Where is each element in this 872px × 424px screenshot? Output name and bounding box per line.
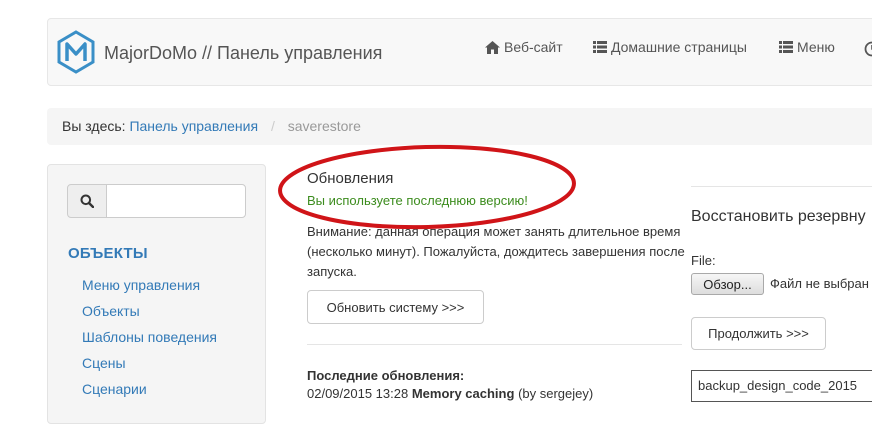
clock-icon[interactable]	[864, 41, 872, 57]
divider	[691, 186, 872, 187]
sidebar-menu: Меню управления Объекты Шаблоны поведени…	[82, 277, 217, 407]
nav-website-label: Веб-сайт	[504, 39, 563, 55]
last-update-datetime: 02/09/2015 13:28	[307, 386, 408, 401]
sidebar-item-behavior-templates[interactable]: Шаблоны поведения	[82, 329, 217, 355]
last-update-author: (by sergejey)	[518, 386, 593, 401]
sidebar-item-scripts[interactable]: Сценарии	[82, 381, 217, 407]
breadcrumb-link-control-panel[interactable]: Панель управления	[129, 118, 258, 134]
breadcrumb-prefix: Вы здесь:	[62, 118, 126, 134]
top-navbar: MajorDoMo // Панель управления Веб-сайт …	[47, 18, 872, 86]
sidebar-item-control-menu[interactable]: Меню управления	[82, 277, 217, 303]
no-file-selected-text: Файл не выбран	[770, 276, 869, 291]
nav-website[interactable]: Веб-сайт	[485, 39, 563, 55]
sidebar-heading-objects[interactable]: ОБЪЕКТЫ	[68, 245, 148, 262]
sidebar-search	[67, 184, 246, 218]
sidebar-item-scenes[interactable]: Сцены	[82, 355, 217, 381]
updates-title: Обновления	[307, 170, 393, 187]
sidebar: ОБЪЕКТЫ Меню управления Объекты Шаблоны …	[47, 164, 266, 424]
highlight-ellipse	[276, 143, 578, 231]
update-status-message: Вы используете последнюю версию!	[307, 193, 528, 208]
majordomo-logo-icon[interactable]	[57, 30, 95, 74]
list-icon	[779, 41, 793, 53]
search-icon	[80, 194, 94, 208]
breadcrumb-current: saverestore	[288, 118, 361, 134]
nav-menu-label: Меню	[797, 39, 835, 55]
search-input[interactable]	[106, 184, 246, 218]
list-icon	[593, 41, 607, 53]
continue-button[interactable]: Продолжить >>>	[691, 317, 826, 350]
last-updates-title: Последние обновления:	[307, 368, 464, 383]
update-system-button[interactable]: Обновить систему >>>	[307, 290, 484, 324]
brand-title[interactable]: MajorDoMo // Панель управления	[104, 43, 382, 64]
divider	[307, 344, 682, 345]
browse-file-button[interactable]: Обзор...	[691, 273, 764, 295]
search-button[interactable]	[67, 184, 107, 218]
restore-title: Восстановить резервну	[691, 208, 866, 226]
sidebar-item-objects[interactable]: Объекты	[82, 303, 217, 329]
breadcrumb-separator: /	[262, 118, 284, 134]
nav-home-pages[interactable]: Домашние страницы	[593, 39, 747, 55]
last-update-entry: 02/09/2015 13:28 Memory caching (by serg…	[307, 386, 593, 401]
last-update-name[interactable]: Memory caching	[412, 386, 515, 401]
nav-home-pages-label: Домашние страницы	[611, 39, 747, 55]
home-icon	[485, 41, 500, 54]
file-label: File:	[691, 253, 716, 268]
breadcrumb-trail: Вы здесь: Панель управления / saverestor…	[62, 118, 361, 134]
breadcrumb: Вы здесь: Панель управления / saverestor…	[47, 108, 872, 145]
backup-file-item[interactable]: backup_design_code_2015	[691, 370, 872, 402]
update-warning-text: Внимание: данная операция может занять д…	[307, 222, 687, 282]
nav-menu[interactable]: Меню	[779, 39, 835, 55]
